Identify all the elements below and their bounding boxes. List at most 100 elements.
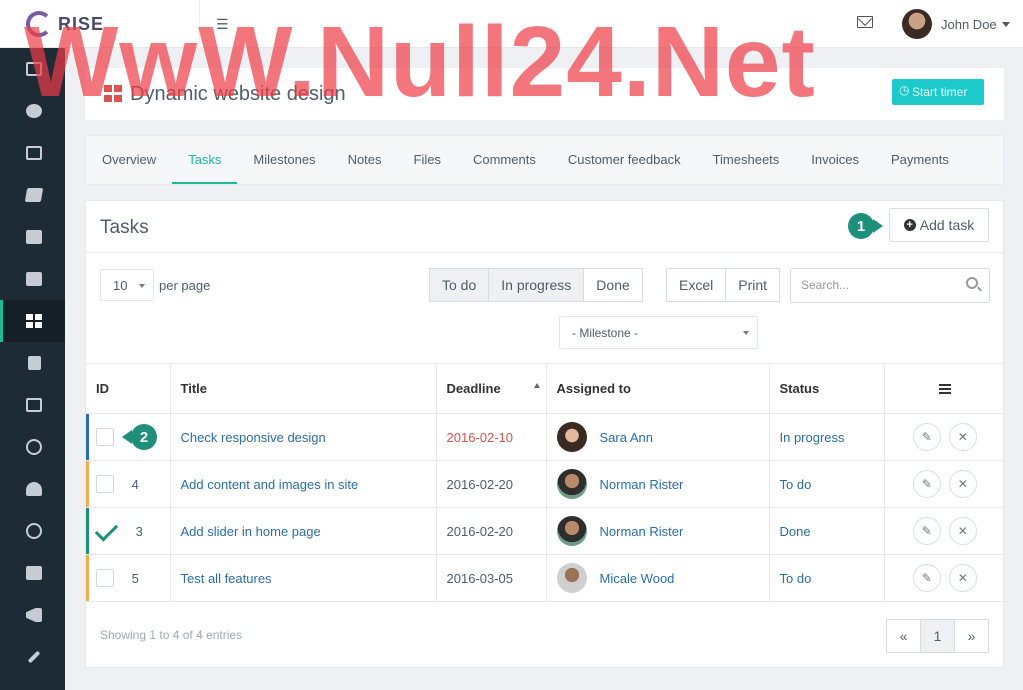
column-header-actions[interactable] [883, 363, 1005, 414]
column-header-title[interactable]: Title [169, 363, 436, 414]
task-checkbox[interactable] [96, 569, 114, 587]
task-title-link[interactable]: Test all features [181, 571, 272, 586]
filter-done-button[interactable]: Done [583, 268, 643, 302]
cell-title: Add slider in home page [169, 507, 436, 555]
status-link[interactable]: To do [780, 477, 812, 492]
user-menu[interactable]: John Doe [902, 9, 1010, 39]
cell-status: To do [768, 460, 884, 508]
search-input[interactable]: Search... [790, 268, 990, 303]
project-header: Dynamic website design Start timer [85, 68, 1004, 120]
close-icon[interactable]: ✕ [948, 517, 977, 545]
tab-invoices[interactable]: Invoices [795, 136, 875, 184]
sidebar-item-dashboard[interactable] [0, 48, 65, 90]
chevron-down-icon [139, 284, 145, 288]
table-row: 4 Add content and images in site 2016-02… [86, 460, 1005, 508]
page-next-button[interactable]: » [954, 619, 989, 653]
tab-overview[interactable]: Overview [86, 136, 172, 184]
cell-actions: ✎ ✕ [883, 507, 1005, 555]
checked-icon[interactable] [96, 522, 118, 540]
project-grid-icon [104, 85, 123, 103]
mail-icon[interactable] [857, 16, 873, 28]
print-button[interactable]: Print [725, 268, 781, 302]
calendar-icon [26, 146, 42, 160]
task-title-link[interactable]: Add slider in home page [181, 524, 321, 539]
sidebar-item-events[interactable] [0, 132, 65, 174]
milestone-value: - Milestone - [572, 326, 639, 340]
task-checkbox[interactable] [96, 428, 114, 446]
deadline-value: 2016-02-20 [446, 523, 514, 539]
close-icon[interactable]: ✕ [948, 564, 977, 592]
page-1-button[interactable]: 1 [920, 619, 955, 653]
avatar [556, 563, 587, 593]
cell-actions: ✎ ✕ [883, 460, 1005, 508]
status-link[interactable]: Done [780, 524, 811, 539]
edit-icon[interactable]: ✎ [912, 517, 941, 545]
assignee-link[interactable]: Norman Rister [600, 477, 684, 492]
tab-notes[interactable]: Notes [332, 136, 398, 184]
app-logo[interactable]: RISE [0, 0, 200, 48]
sidebar-item-attendance[interactable] [0, 510, 65, 552]
filter-in-progress-button[interactable]: In progress [488, 268, 585, 302]
row-status-bar [86, 461, 89, 507]
sidebar-item-settings[interactable] [0, 636, 65, 678]
page-prev-button[interactable]: « [886, 619, 921, 653]
sidebar-item-payments[interactable] [0, 384, 65, 426]
assignee-link[interactable]: Sara Ann [600, 430, 654, 445]
start-timer-button[interactable]: Start timer [892, 79, 984, 105]
task-title-link[interactable]: Add content and images in site [181, 477, 359, 492]
cell-deadline: 2016-02-10 [435, 413, 546, 461]
per-page-select[interactable]: 10 [100, 269, 154, 301]
avatar [556, 469, 587, 499]
status-link[interactable]: In progress [780, 430, 845, 445]
assignee-link[interactable]: Norman Rister [600, 524, 684, 539]
close-icon[interactable]: ✕ [948, 423, 977, 451]
sidebar-item-clients[interactable] [0, 258, 65, 300]
sidebar-item-messages[interactable] [0, 90, 65, 132]
edit-icon[interactable]: ✎ [912, 564, 941, 592]
edit-icon[interactable]: ✎ [912, 423, 941, 451]
tab-timesheets[interactable]: Timesheets [697, 136, 796, 184]
tab-tasks[interactable]: Tasks [172, 136, 238, 184]
status-filter-group: To do In progress Done [429, 268, 643, 302]
avatar [556, 516, 587, 546]
sidebar-item-invoices[interactable] [0, 342, 65, 384]
sidebar-item-projects[interactable] [0, 300, 65, 342]
mail-icon [26, 230, 42, 244]
sidebar-item-support[interactable] [0, 426, 65, 468]
task-title-link[interactable]: Check responsive design [181, 430, 326, 445]
filter-todo-button[interactable]: To do [429, 268, 490, 302]
tab-payments[interactable]: Payments [875, 136, 965, 184]
avatar [902, 9, 932, 39]
milestone-select[interactable]: - Milestone - [559, 316, 758, 349]
assignee-link[interactable]: Micale Wood [600, 571, 675, 586]
logo-icon [26, 11, 52, 37]
chevron-down-icon [743, 331, 749, 335]
entries-info: Showing 1 to 4 of 4 entries [100, 628, 243, 642]
sidebar-item-leave[interactable] [0, 552, 65, 594]
sidebar-item-notes[interactable] [0, 174, 65, 216]
tasks-panel: Tasks 1 + Add task 10 per page To do In … [85, 200, 1005, 668]
close-icon[interactable]: ✕ [948, 470, 977, 498]
status-link[interactable]: To do [780, 571, 812, 586]
add-task-button[interactable]: + Add task [889, 208, 989, 242]
sidebar-toggle-icon[interactable]: ☰ [216, 16, 232, 32]
column-header-status[interactable]: Status [768, 363, 884, 414]
project-tabs: Overview Tasks Milestones Notes Files Co… [85, 135, 1004, 185]
deadline-value: 2016-02-20 [446, 476, 514, 492]
payments-icon [26, 398, 42, 412]
excel-button[interactable]: Excel [666, 268, 727, 302]
task-checkbox[interactable] [96, 475, 114, 493]
sidebar-item-mail[interactable] [0, 216, 65, 258]
cell-id: 4 [86, 460, 170, 508]
column-header-assigned[interactable]: Assigned to [545, 363, 769, 414]
edit-icon[interactable]: ✎ [912, 470, 941, 498]
tab-customer-feedback[interactable]: Customer feedback [552, 136, 697, 184]
sidebar-item-announcements[interactable] [0, 594, 65, 636]
sidebar-item-team[interactable] [0, 468, 65, 510]
tab-milestones[interactable]: Milestones [237, 136, 331, 184]
column-header-id[interactable]: ID [86, 363, 170, 414]
signout-icon [26, 566, 42, 580]
column-header-deadline[interactable]: Deadline [435, 363, 546, 414]
tab-files[interactable]: Files [398, 136, 457, 184]
tab-comments[interactable]: Comments [457, 136, 552, 184]
